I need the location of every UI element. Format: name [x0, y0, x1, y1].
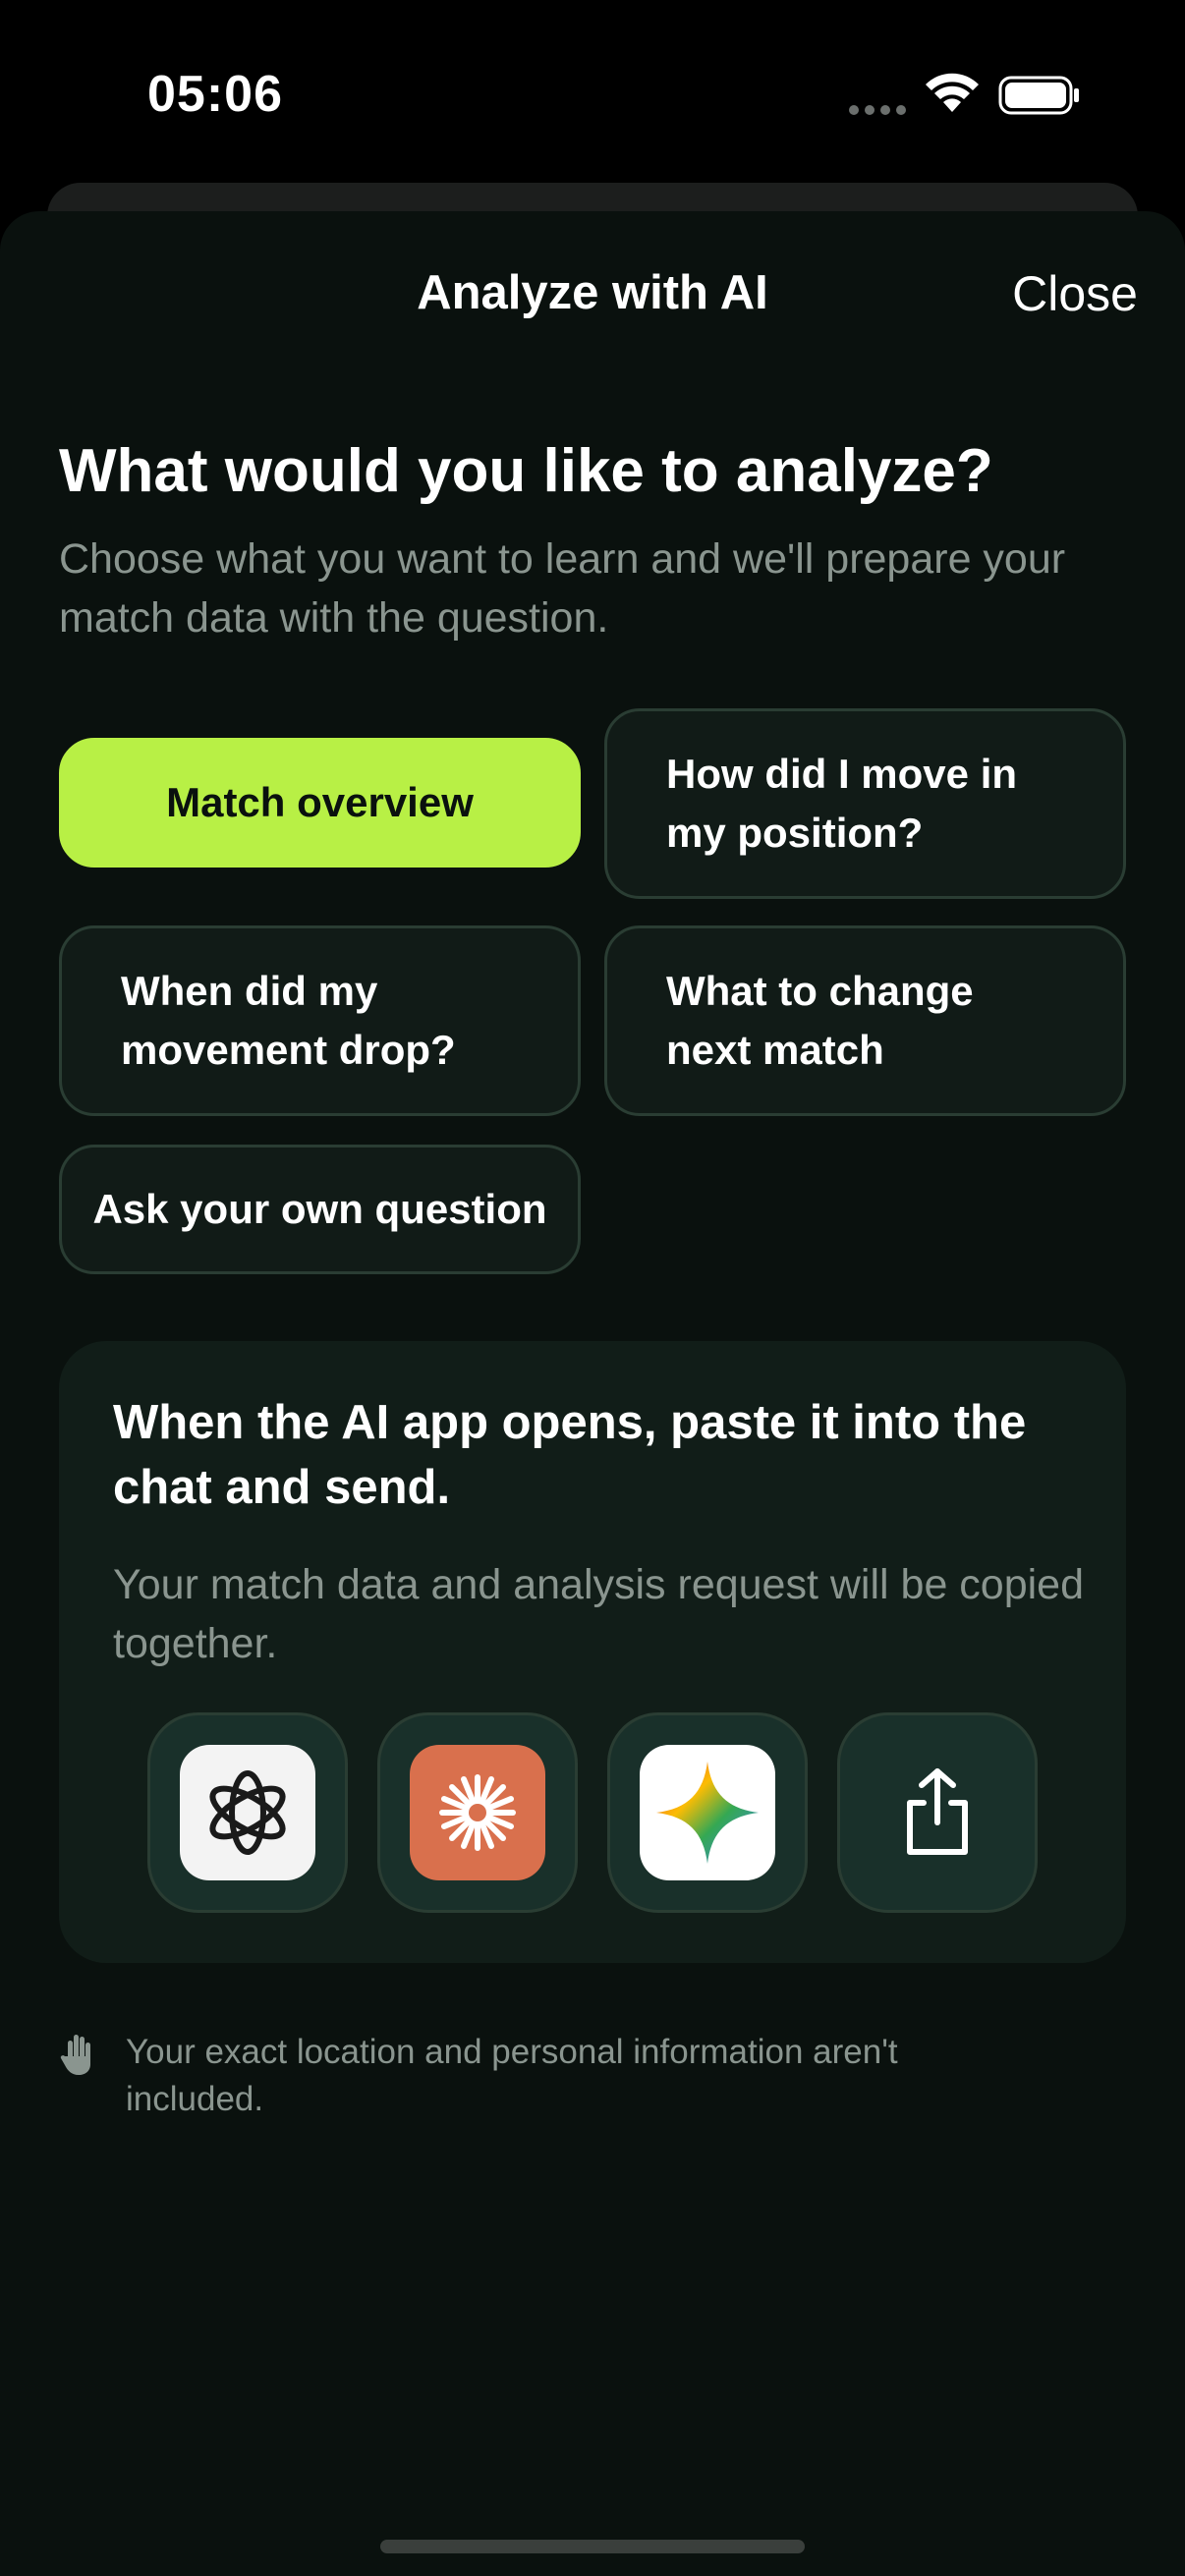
wifi-icon: [926, 73, 979, 112]
battery-icon: [998, 76, 1079, 115]
share-button[interactable]: [837, 1712, 1038, 1913]
instructions-body: Your match data and analysis request wil…: [113, 1561, 1085, 1667]
option-label: How did I move in my position?: [666, 751, 1018, 856]
option-movement-drop[interactable]: When did my movement drop?: [59, 925, 581, 1116]
status-time: 05:06: [147, 66, 283, 123]
option-own-question[interactable]: Ask your own question: [59, 1145, 581, 1274]
option-match-overview[interactable]: Match overview: [59, 738, 581, 868]
option-label: Match overview: [166, 779, 474, 825]
option-what-to-change[interactable]: What to change next match: [604, 925, 1126, 1116]
claude-app-button[interactable]: [377, 1712, 578, 1913]
status-bar: 05:06: [0, 0, 1185, 187]
hand-raised-icon: [60, 2035, 90, 2075]
chatgpt-icon: [180, 1745, 315, 1880]
home-indicator[interactable]: [380, 2540, 805, 2553]
share-icon: [907, 1768, 968, 1855]
claude-icon: [410, 1745, 545, 1880]
privacy-note-text: Your exact location and personal informa…: [126, 2033, 898, 2118]
screen: 05:06 Analyze with AI Close What would y…: [0, 0, 1185, 2576]
instructions-title: When the AI app opens, paste it into the…: [113, 1396, 1027, 1514]
option-label: What to change next match: [666, 968, 974, 1073]
page-subheading: Choose what you want to learn and we'll …: [59, 535, 1066, 642]
option-label: When did my movement drop?: [121, 968, 456, 1073]
cellular-signal-icon: [849, 105, 906, 115]
page-heading: What would you like to analyze?: [59, 437, 993, 505]
gemini-app-button[interactable]: [607, 1712, 808, 1913]
instructions-card: When the AI app opens, paste it into the…: [59, 1341, 1126, 1963]
option-movement-in-position[interactable]: How did I move in my position?: [604, 708, 1126, 899]
chatgpt-app-button[interactable]: [147, 1712, 348, 1913]
gemini-icon: [640, 1745, 775, 1880]
sheet-title: Analyze with AI: [417, 266, 768, 319]
close-button[interactable]: Close: [1012, 265, 1138, 322]
analyze-sheet: Analyze with AI Close What would you lik…: [0, 211, 1185, 2576]
option-label: Ask your own question: [92, 1186, 547, 1232]
